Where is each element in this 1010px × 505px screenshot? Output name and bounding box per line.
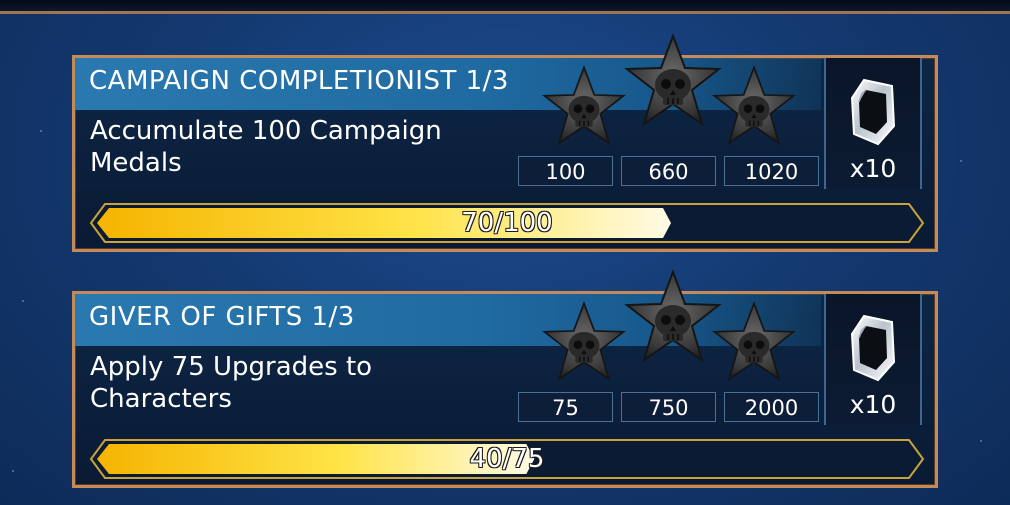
tier-threshold: 660 (621, 156, 716, 186)
reward-count: x10 (849, 154, 897, 183)
achievement-card[interactable]: GIVER OF GIFTS 1/3 Apply 75 Upgrades to … (72, 291, 938, 488)
skull-star-icon (623, 32, 723, 132)
progress-text: 40/75 (469, 444, 545, 474)
achievement-card[interactable]: CAMPAIGN COMPLETIONIST 1/3 Accumulate 10… (72, 55, 938, 252)
achievement-description: Apply 75 Upgrades to Characters (90, 352, 373, 414)
background-sparkle (22, 300, 24, 302)
achievement-title: CAMPAIGN COMPLETIONIST 1/3 (89, 66, 509, 96)
skull-star-icon (711, 64, 797, 150)
tier-threshold: 100 (518, 156, 613, 186)
tier-threshold: 1020 (724, 156, 819, 186)
reward-box[interactable]: x10 (824, 294, 922, 425)
background-sparkle (40, 130, 42, 132)
achievement-description: Accumulate 100 Campaign Medals (90, 116, 442, 178)
reward-box[interactable]: x10 (824, 58, 922, 189)
tier-threshold: 750 (621, 392, 716, 422)
top-frame-strip (0, 0, 1010, 14)
skull-star-icon (541, 64, 627, 150)
skull-star-icon (711, 300, 797, 386)
crystal-icon (848, 312, 898, 384)
reward-count: x10 (849, 390, 897, 419)
skull-star-icon (541, 300, 627, 386)
background-sparkle (960, 160, 962, 162)
background-sparkle (980, 440, 982, 442)
background-sparkle (12, 470, 14, 472)
progress-text: 70/100 (461, 208, 553, 238)
tier-threshold: 2000 (724, 392, 819, 422)
tier-threshold: 75 (518, 392, 613, 422)
skull-star-icon (623, 268, 723, 368)
crystal-icon (848, 76, 898, 148)
progress-bar: 70/100 (89, 202, 925, 244)
achievement-title: GIVER OF GIFTS 1/3 (89, 302, 355, 332)
progress-bar: 40/75 (89, 438, 925, 480)
